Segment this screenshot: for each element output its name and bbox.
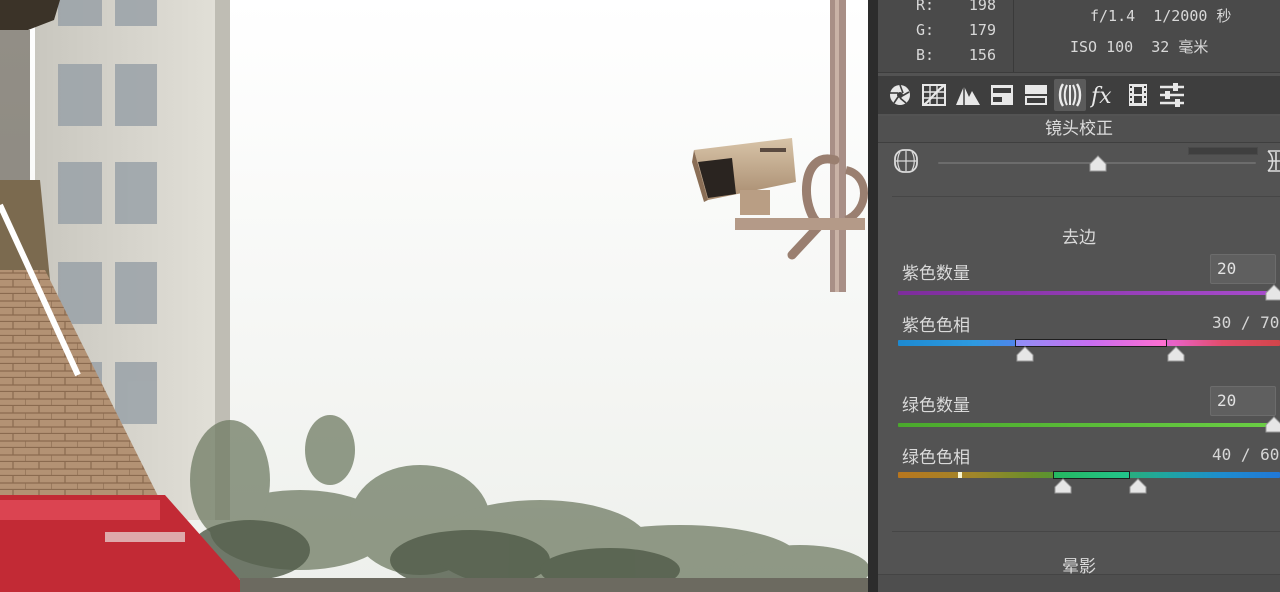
barrel-distortion-icon bbox=[894, 149, 918, 173]
lens-icon bbox=[1058, 83, 1082, 107]
fx-icon: fx bbox=[1090, 84, 1112, 108]
mountains-icon bbox=[956, 86, 980, 105]
green-hue-marker bbox=[958, 472, 962, 478]
aperture-icon bbox=[890, 84, 910, 105]
photo-preview[interactable] bbox=[0, 0, 868, 592]
green-amount-slider-thumb[interactable] bbox=[1265, 416, 1280, 434]
purple-amount-slider-thumb[interactable] bbox=[1265, 284, 1280, 302]
green-hue-low-thumb[interactable] bbox=[1054, 478, 1072, 494]
presets-tab[interactable] bbox=[1156, 79, 1188, 111]
svg-text:fx: fx bbox=[1090, 84, 1112, 108]
sliders-icon bbox=[1160, 83, 1184, 107]
section-divider-2 bbox=[892, 531, 1280, 532]
purple-amount-label: 紫色数量 bbox=[902, 264, 970, 284]
split-toning-icon bbox=[1025, 85, 1047, 105]
purple-hue-high-thumb[interactable] bbox=[1167, 346, 1185, 362]
green-amount-label: 绿色数量 bbox=[902, 396, 970, 416]
curve-grid-icon bbox=[922, 84, 946, 107]
film-strip-icon bbox=[1129, 84, 1147, 106]
hsl-tab[interactable] bbox=[986, 79, 1018, 111]
lens-corrections-tab[interactable] bbox=[1054, 79, 1086, 111]
histogram-info: R: 198 G: 179 B: 156 f/1.4 1/2000 秒 ISO 100… bbox=[878, 0, 1280, 73]
purple-hue-low-thumb[interactable] bbox=[1016, 346, 1034, 362]
tone-curve-tab[interactable] bbox=[918, 79, 950, 111]
develop-panel: R: 198 G: 179 B: 156 f/1.4 1/2000 秒 ISO 100… bbox=[868, 0, 1280, 592]
defringe-title: 去边 bbox=[1062, 228, 1096, 248]
green-hue-label: 绿色色相 bbox=[902, 448, 970, 468]
rgb-blue-readout: B: 156 bbox=[916, 46, 996, 64]
info-divider bbox=[1013, 0, 1014, 72]
effects-tab[interactable]: fx bbox=[1088, 79, 1120, 111]
purple-hue-value: 30 / 70 bbox=[1212, 313, 1280, 332]
rgb-red-readout: R: 198 bbox=[916, 0, 996, 14]
exif-aperture-shutter: f/1.4 1/2000 秒 bbox=[1090, 7, 1232, 25]
camera-calibration-tab[interactable] bbox=[1122, 79, 1154, 111]
distortion-slider-thumb[interactable] bbox=[1089, 155, 1107, 173]
hsl-bars-icon bbox=[991, 85, 1013, 105]
lens-corrections-header[interactable]: 镜头校正 bbox=[878, 116, 1280, 143]
panel-tab-bar: fx bbox=[878, 76, 1280, 114]
rgb-green-readout: G: 179 bbox=[916, 21, 996, 39]
green-amount-slider-track[interactable] bbox=[898, 423, 1280, 427]
green-amount-field[interactable]: 20 bbox=[1210, 386, 1276, 416]
detail-tab[interactable] bbox=[952, 79, 984, 111]
purple-hue-range-selection bbox=[1015, 339, 1167, 347]
pincushion-distortion-icon bbox=[1267, 150, 1280, 172]
distortion-slider-indicator bbox=[1188, 147, 1258, 155]
split-toning-tab[interactable] bbox=[1020, 79, 1052, 111]
green-hue-value: 40 / 60 bbox=[1212, 445, 1280, 464]
photo-image bbox=[0, 0, 868, 592]
section-divider bbox=[892, 196, 1280, 197]
purple-hue-label: 紫色色相 bbox=[902, 316, 970, 336]
basic-tab[interactable] bbox=[884, 79, 916, 111]
vignette-section-body bbox=[878, 575, 1280, 592]
purple-amount-field[interactable]: 20 bbox=[1210, 254, 1276, 284]
exif-iso-focal: ISO 100 32 毫米 bbox=[1070, 38, 1209, 56]
green-hue-high-thumb[interactable] bbox=[1129, 478, 1147, 494]
purple-amount-slider-track[interactable] bbox=[898, 291, 1280, 295]
